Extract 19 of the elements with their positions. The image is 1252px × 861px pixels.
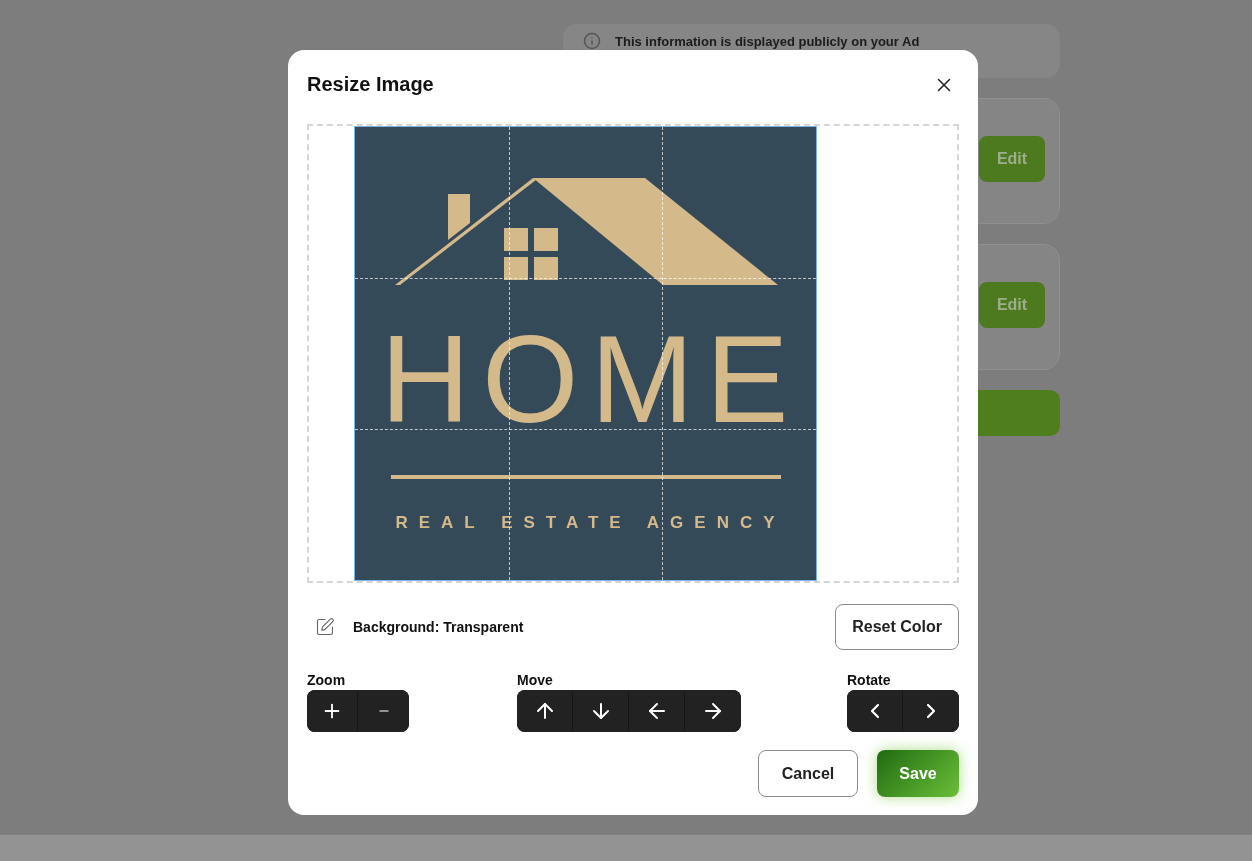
save-button[interactable]: Save (877, 750, 959, 797)
logo-title: HOME (380, 316, 801, 441)
control-label: Rotate (847, 672, 892, 688)
cancel-button[interactable]: Cancel (758, 750, 858, 797)
chevron-right-icon (926, 703, 936, 719)
rotate-left-button[interactable] (847, 690, 903, 732)
zoom-in-button[interactable] (307, 690, 358, 732)
crop-area[interactable]: HOME REAL ESTATE AGENCY (307, 123, 959, 583)
reset-color-button[interactable]: Reset Color (835, 604, 959, 650)
background-label: Background: Transparent (353, 619, 524, 635)
chevron-left-icon (869, 703, 880, 719)
notice-text: This information is displayed publicly on your Ad (615, 34, 920, 49)
info-icon (583, 32, 601, 50)
dialog-title: Resize Image (307, 73, 434, 97)
control-label: Zoom (307, 672, 347, 688)
logo-subtitle: REAL ESTATE AGENCY (395, 512, 786, 533)
move-up-button[interactable] (517, 690, 573, 732)
control-label: Move (517, 672, 554, 688)
edit-icon[interactable] (315, 617, 335, 637)
